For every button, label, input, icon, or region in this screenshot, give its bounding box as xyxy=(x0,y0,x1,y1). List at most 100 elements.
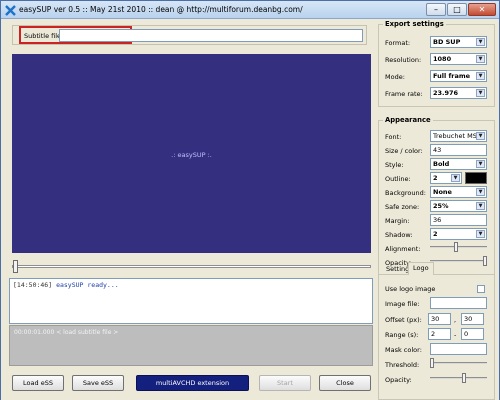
resolution-value: 1080 xyxy=(433,55,452,63)
range-separator: - xyxy=(454,331,457,339)
export-settings-panel: Export settings Format: BD SUP ▼ Resoluti… xyxy=(378,20,495,107)
frame-rate-label: Frame rate: xyxy=(385,90,423,98)
style-label: Style: xyxy=(385,161,404,169)
timeline-track xyxy=(12,265,371,268)
style-value: Bold xyxy=(433,160,450,168)
subtitle-file-label: Subtitle file: xyxy=(24,32,64,40)
offset-separator: , xyxy=(454,316,457,324)
safe-zone-value: 25% xyxy=(433,202,449,210)
maximize-button[interactable]: □ xyxy=(447,3,467,16)
threshold-slider[interactable] xyxy=(430,358,487,369)
appearance-panel: Appearance Font: Trebuchet MS ▼ Size / co… xyxy=(378,116,495,275)
format-select[interactable]: BD SUP ▼ xyxy=(430,36,487,48)
opacity-track xyxy=(430,260,487,262)
use-logo-checkbox[interactable] xyxy=(477,285,485,293)
threshold-thumb[interactable] xyxy=(430,358,434,368)
chevron-down-icon: ▼ xyxy=(476,55,485,63)
threshold-track xyxy=(430,362,487,364)
font-label: Font: xyxy=(385,133,402,141)
opacity-slider[interactable] xyxy=(430,256,487,267)
start-button[interactable]: Start xyxy=(259,375,311,391)
appearance-title: Appearance xyxy=(383,116,433,124)
outline-label: Outline: xyxy=(385,175,411,183)
outline-value: 2 xyxy=(433,174,438,182)
style-select[interactable]: Bold ▼ xyxy=(430,158,487,170)
shadow-value: 2 xyxy=(433,230,438,238)
multiavchd-extension-button[interactable]: multiAVCHD extension xyxy=(136,375,249,391)
minimize-button[interactable]: – xyxy=(426,3,446,16)
format-value: BD SUP xyxy=(433,38,461,46)
opacity-thumb[interactable] xyxy=(483,256,487,266)
chevron-down-icon: ▼ xyxy=(476,202,485,210)
offset-x-input[interactable]: 30 xyxy=(428,313,451,325)
chevron-down-icon: ▼ xyxy=(476,38,485,46)
outline-select[interactable]: 2 ▼ xyxy=(430,172,462,184)
timeline-slider[interactable] xyxy=(12,260,371,273)
background-select[interactable]: None ▼ xyxy=(430,186,487,198)
chevron-down-icon: ▼ xyxy=(476,72,485,80)
preview-area: .: easySUP :. xyxy=(12,54,371,253)
log-output: [14:50:46] easySUP ready... xyxy=(9,278,373,324)
shadow-label: Shadow: xyxy=(385,231,413,239)
image-file-input[interactable] xyxy=(430,297,487,309)
mode-value: Full frame xyxy=(433,72,471,80)
tab-logo[interactable]: Logo xyxy=(408,262,434,275)
chevron-down-icon: ▼ xyxy=(476,230,485,238)
chevron-down-icon: ▼ xyxy=(476,132,485,140)
close-window-button[interactable]: ✕ xyxy=(468,3,496,16)
frame-rate-select[interactable]: 23.976 ▼ xyxy=(430,87,487,99)
threshold-label: Threshold: xyxy=(385,361,420,369)
font-value: Trebuchet MS xyxy=(433,132,477,140)
resolution-label: Resolution: xyxy=(385,56,422,64)
preview-text: .: easySUP :. xyxy=(171,151,212,159)
log-timestamp: [14:50:46] xyxy=(13,281,53,289)
logo-tab-panel: Use logo image Image file: Offset (px): … xyxy=(378,274,495,400)
progress-area: 00:00:01.000 < load subtitle file > xyxy=(9,325,373,366)
save-ess-button[interactable]: Save eSS xyxy=(72,375,124,391)
mode-select[interactable]: Full frame ▼ xyxy=(430,70,487,82)
client-area: Subtitle file: .: easySUP :. [14:50:46] … xyxy=(1,19,499,400)
outline-color-swatch[interactable] xyxy=(465,172,487,184)
chevron-down-icon: ▼ xyxy=(476,188,485,196)
alignment-slider[interactable] xyxy=(430,242,487,253)
mask-color-input[interactable] xyxy=(430,343,487,355)
chevron-down-icon: ▼ xyxy=(476,89,485,97)
size-input[interactable]: 43 xyxy=(430,144,487,156)
alignment-track xyxy=(430,246,487,248)
app-window: easySUP ver 0.5 :: May 21st 2010 :: dean… xyxy=(0,0,500,400)
alignment-thumb[interactable] xyxy=(453,242,458,252)
use-logo-label: Use logo image xyxy=(385,285,436,293)
range-from-input[interactable]: 2 xyxy=(428,328,451,340)
range-label: Range (s): xyxy=(385,331,419,339)
app-icon xyxy=(5,5,16,16)
logo-opacity-thumb[interactable] xyxy=(461,373,466,383)
offset-label: Offset (px): xyxy=(385,316,422,324)
alignment-label: Alignment: xyxy=(385,245,421,253)
mode-label: Mode: xyxy=(385,73,405,81)
format-label: Format: xyxy=(385,39,411,47)
timeline-thumb[interactable] xyxy=(13,260,18,273)
frame-rate-value: 23.976 xyxy=(433,89,459,97)
safe-zone-label: Safe zone: xyxy=(385,203,420,211)
export-settings-title: Export settings xyxy=(383,20,446,28)
range-to-input[interactable]: 0 xyxy=(461,328,484,340)
size-color-label: Size / color: xyxy=(385,147,423,155)
window-title: easySUP ver 0.5 :: May 21st 2010 :: dean… xyxy=(19,5,303,14)
logo-opacity-slider[interactable] xyxy=(430,373,487,384)
resolution-select[interactable]: 1080 ▼ xyxy=(430,53,487,65)
close-button[interactable]: Close xyxy=(319,375,371,391)
progress-text: 00:00:01.000 < load subtitle file > xyxy=(14,329,119,336)
load-ess-button[interactable]: Load eSS xyxy=(12,375,64,391)
margin-label: Margin: xyxy=(385,217,410,225)
background-value: None xyxy=(433,188,452,196)
background-label: Background: xyxy=(385,189,426,197)
shadow-select[interactable]: 2 ▼ xyxy=(430,228,487,240)
offset-y-input[interactable]: 30 xyxy=(461,313,484,325)
font-select[interactable]: Trebuchet MS ▼ xyxy=(430,130,487,142)
subtitle-file-input[interactable] xyxy=(59,29,363,42)
chevron-down-icon: ▼ xyxy=(476,160,485,168)
mask-color-label: Mask color: xyxy=(385,346,422,354)
logo-opacity-track xyxy=(430,377,487,379)
safe-zone-select[interactable]: 25% ▼ xyxy=(430,200,487,212)
margin-input[interactable]: 36 xyxy=(430,214,487,226)
